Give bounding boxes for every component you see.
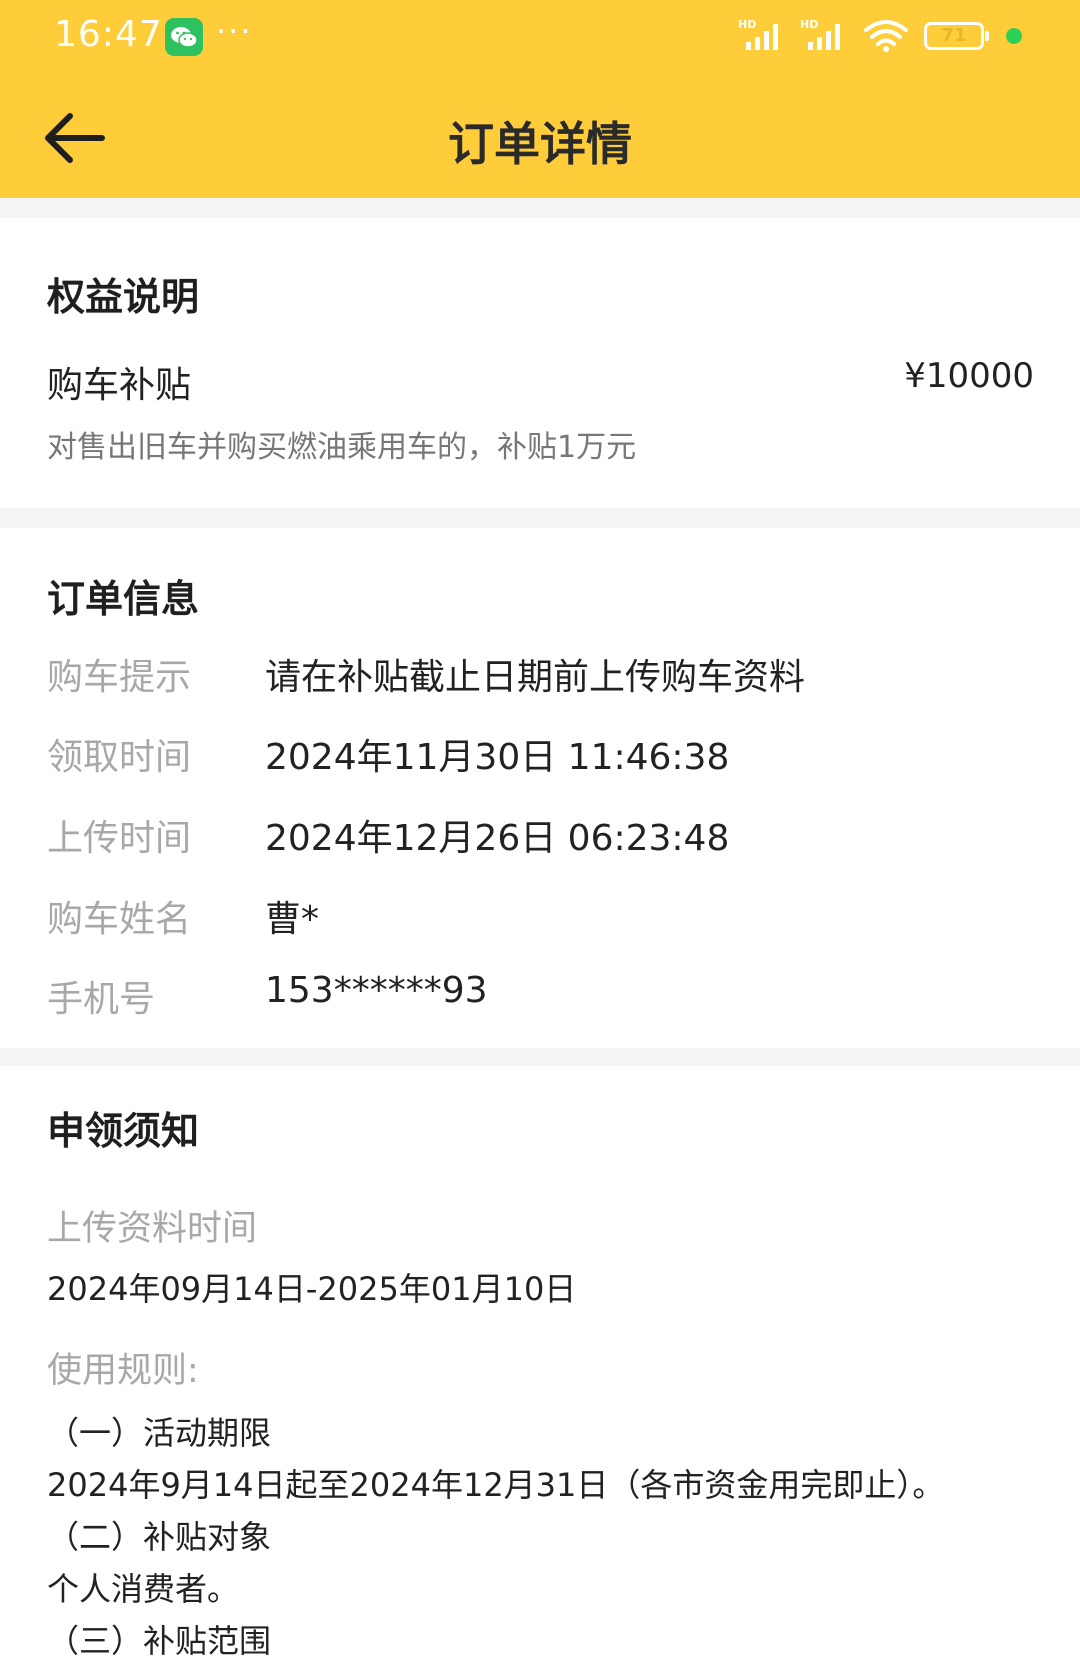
signal-hd-icon-2: HD	[800, 18, 840, 50]
status-time: 16:47	[54, 14, 163, 55]
battery-icon: 71	[924, 22, 989, 50]
page-title: 订单详情	[448, 117, 632, 171]
benefit-amount: ¥10000	[904, 356, 1034, 396]
info-value: 2024年11月30日 11:46:38	[265, 737, 730, 778]
rules-label: 使用规则:	[47, 1351, 199, 1391]
wechat-icon	[165, 18, 203, 56]
info-value: 请在补贴截止日期前上传购车资料	[265, 657, 806, 698]
benefit-name: 购车补贴	[47, 365, 192, 406]
info-label: 购车提示	[47, 657, 192, 698]
benefit-description: 对售出旧车并购买燃油乘用车的，补贴1万元	[47, 430, 637, 465]
info-value: 2024年12月26日 06:23:48	[265, 818, 730, 859]
svg-text:HD: HD	[738, 18, 756, 31]
svg-text:HD: HD	[800, 18, 818, 31]
order-section-title: 订单信息	[47, 577, 200, 621]
more-notifications-icon: ···	[216, 12, 253, 50]
app-header: 16:47 ··· HD HD 71 订单详情	[0, 0, 1080, 198]
benefit-section-title: 权益说明	[47, 275, 200, 319]
info-label: 上传时间	[47, 818, 192, 859]
benefit-card: 权益说明 购车补贴 ¥10000 对售出旧车并购买燃油乘用车的，补贴1万元	[0, 218, 1080, 508]
info-label: 领取时间	[47, 737, 192, 778]
status-bar: 16:47 ··· HD HD 71	[0, 0, 1080, 76]
battery-percent: 71	[941, 25, 967, 46]
info-label: 手机号	[47, 979, 156, 1020]
wifi-icon	[864, 20, 908, 52]
notice-card: 申领须知 上传资料时间 2024年09月14日-2025年01月10日 使用规则…	[0, 1066, 1080, 1656]
notice-section-title: 申领须知	[47, 1109, 200, 1153]
upload-period-label: 上传资料时间	[47, 1209, 258, 1249]
rule-line: （一）活动期限	[47, 1414, 272, 1452]
privacy-indicator-dot	[1006, 28, 1022, 44]
info-value: 153******93	[265, 970, 488, 1011]
order-info-card: 订单信息 购车提示 请在补贴截止日期前上传购车资料 领取时间 2024年11月3…	[0, 528, 1080, 1048]
info-value: 曹*	[265, 899, 320, 940]
rule-line: 2024年9月14日起至2024年12月31日（各市资金用完即止）。	[47, 1466, 945, 1504]
info-label: 购车姓名	[47, 899, 192, 940]
rule-line: （三）补贴范围	[47, 1622, 272, 1656]
signal-hd-icon: HD	[738, 18, 778, 50]
rule-line: 个人消费者。	[47, 1570, 240, 1608]
upload-period-value: 2024年09月14日-2025年01月10日	[47, 1270, 577, 1308]
rule-line: （二）补贴对象	[47, 1518, 272, 1556]
